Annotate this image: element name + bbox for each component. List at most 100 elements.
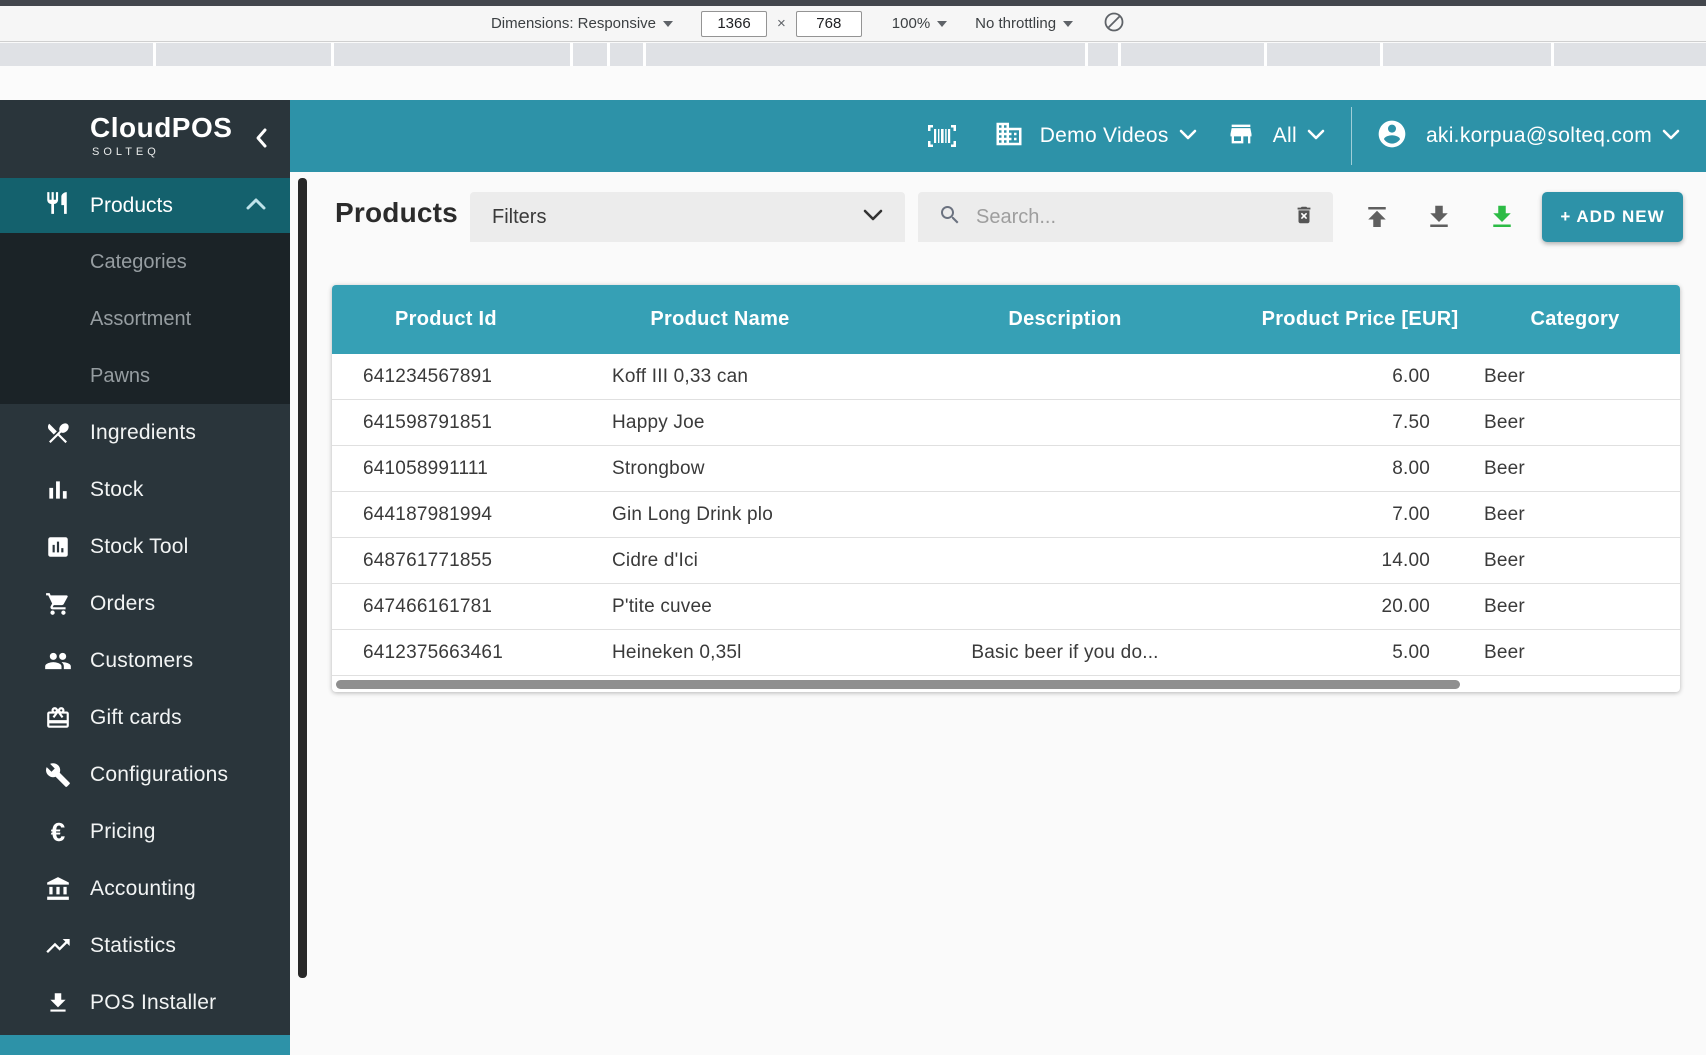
column-header-product-id: Product Id bbox=[395, 308, 497, 330]
table-horizontal-scrollbar[interactable] bbox=[336, 680, 1460, 689]
table-row[interactable]: 648761771855 Cidre d'Ici 14.00 Beer bbox=[332, 538, 1680, 584]
cell-product-id: 6412375663461 bbox=[363, 641, 503, 663]
sidebar-item-ingredients[interactable]: Ingredients bbox=[0, 404, 290, 461]
sidebar-item-orders[interactable]: Orders bbox=[0, 575, 290, 632]
cell-category: Beer bbox=[1484, 549, 1525, 571]
company-selector[interactable]: Demo Videos bbox=[994, 119, 1197, 154]
devtools-zoom-dropdown[interactable]: 100% bbox=[891, 15, 948, 32]
cell-category: Beer bbox=[1484, 503, 1525, 525]
sidebar-collapse-button[interactable] bbox=[250, 124, 272, 152]
store-icon bbox=[1227, 120, 1255, 153]
add-new-button[interactable]: + ADD NEW bbox=[1542, 192, 1683, 242]
viewport-height-input[interactable] bbox=[795, 10, 862, 37]
sidebar-item-stock[interactable]: Stock bbox=[0, 461, 290, 518]
ruler-separator bbox=[1264, 43, 1267, 66]
products-table-card: Product Id Product Name Description Prod… bbox=[332, 285, 1680, 692]
cell-category: Beer bbox=[1484, 595, 1525, 617]
devtools-dimensions-dropdown[interactable]: Dimensions: Responsive bbox=[490, 15, 674, 32]
dropdown-caret-icon bbox=[1063, 20, 1074, 27]
cell-product-id: 641058991111 bbox=[363, 457, 488, 479]
sidebar-item-customers[interactable]: Customers bbox=[0, 632, 290, 689]
column-header-product-price: Product Price [EUR] bbox=[1261, 308, 1459, 330]
cell-category: Beer bbox=[1484, 411, 1525, 433]
cell-product-price: 7.00 bbox=[1392, 503, 1430, 525]
euro-icon: € bbox=[50, 816, 66, 847]
export-download-button[interactable] bbox=[1420, 198, 1458, 236]
import-upload-button[interactable] bbox=[1358, 198, 1396, 236]
sidebar-item-accounting[interactable]: Accounting bbox=[0, 860, 290, 917]
ruler-separator bbox=[153, 43, 156, 66]
store-selector[interactable]: All bbox=[1227, 120, 1325, 153]
barcode-scanner-icon[interactable] bbox=[926, 121, 958, 151]
sidebar-item-label: POS Installer bbox=[90, 990, 217, 1014]
cell-product-price: 14.00 bbox=[1381, 549, 1430, 571]
cell-category: Beer bbox=[1484, 641, 1525, 663]
filters-dropdown[interactable]: Filters bbox=[470, 192, 905, 242]
sidebar-item-label: Stock bbox=[90, 477, 144, 501]
sidebar: CloudPOS SOLTEQ Products Categories Asso… bbox=[0, 100, 290, 1055]
products-submenu: Categories Assortment Pawns bbox=[0, 233, 290, 404]
cell-product-name: Heineken 0,35l bbox=[612, 641, 742, 663]
table-row[interactable]: 647466161781 P'tite cuvee 20.00 Beer bbox=[332, 584, 1680, 630]
sidebar-item-label: Orders bbox=[90, 591, 156, 615]
sidebar-item-products[interactable]: Products bbox=[0, 178, 290, 233]
ruler-separator bbox=[643, 43, 646, 66]
sidebar-item-label: Ingredients bbox=[90, 420, 197, 444]
chevron-down-icon bbox=[1179, 127, 1197, 145]
page-vertical-scrollbar[interactable] bbox=[298, 178, 307, 978]
people-icon bbox=[44, 647, 72, 675]
download-template-button[interactable] bbox=[1483, 198, 1521, 236]
cell-product-price: 7.50 bbox=[1392, 411, 1430, 433]
dimensions-times-sign: × bbox=[777, 15, 786, 32]
devtools-dimensions-label: Dimensions: Responsive bbox=[490, 15, 657, 32]
store-name: All bbox=[1272, 124, 1297, 147]
dropdown-caret-icon bbox=[663, 20, 674, 27]
search-box bbox=[918, 192, 1333, 242]
sidebar-item-pricing[interactable]: € Pricing bbox=[0, 803, 290, 860]
devtools-device-toolbar: Dimensions: Responsive × 100% No throttl… bbox=[0, 6, 1706, 42]
devtools-ruler-strip bbox=[0, 43, 1706, 66]
ruler-separator bbox=[1380, 43, 1383, 66]
sidebar-item-pos-installer[interactable]: POS Installer bbox=[0, 974, 290, 1031]
ruler-separator bbox=[570, 43, 573, 66]
gift-card-icon bbox=[44, 705, 72, 731]
devtools-zoom-value: 100% bbox=[891, 15, 931, 32]
chart-box-icon bbox=[44, 534, 72, 560]
search-input[interactable] bbox=[976, 205, 1293, 229]
dropdown-caret-icon bbox=[937, 20, 948, 27]
rotate-viewport-icon[interactable] bbox=[1103, 11, 1125, 37]
sidebar-subitem-assortment[interactable]: Assortment bbox=[0, 291, 290, 348]
account-circle-icon bbox=[1376, 118, 1408, 155]
page-title: Products bbox=[335, 197, 458, 228]
chevron-down-icon bbox=[863, 208, 883, 226]
subitem-label: Assortment bbox=[90, 308, 192, 330]
table-row[interactable]: 6412375663461 Heineken 0,35l Basic beer … bbox=[332, 630, 1680, 676]
table-row[interactable]: 644187981994 Gin Long Drink plo 7.00 Bee… bbox=[332, 492, 1680, 538]
clear-search-icon[interactable] bbox=[1293, 203, 1315, 232]
logo-block: CloudPOS SOLTEQ bbox=[0, 100, 290, 178]
app-logo: CloudPOS bbox=[90, 112, 233, 143]
ruler-separator bbox=[1551, 43, 1554, 66]
building-icon bbox=[994, 119, 1024, 154]
user-account-menu[interactable]: aki.korpua@solteq.com bbox=[1376, 118, 1680, 155]
cell-product-id: 644187981994 bbox=[363, 503, 493, 525]
sidebar-item-configurations[interactable]: Configurations bbox=[0, 746, 290, 803]
sidebar-subitem-categories[interactable]: Categories bbox=[0, 234, 290, 291]
sidebar-item-statistics[interactable]: Statistics bbox=[0, 917, 290, 974]
ruler-separator bbox=[1085, 43, 1088, 66]
table-row[interactable]: 641598791851 Happy Joe 7.50 Beer bbox=[332, 400, 1680, 446]
sidebar-item-gift-cards[interactable]: Gift cards bbox=[0, 689, 290, 746]
sidebar-subitem-pawns[interactable]: Pawns bbox=[0, 348, 290, 405]
cell-product-name: Happy Joe bbox=[612, 411, 705, 433]
table-row[interactable]: 641058991111 Strongbow 8.00 Beer bbox=[332, 446, 1680, 492]
main-content: Products Filters + ADD NEW Product Id Pr… bbox=[290, 172, 1706, 1055]
cell-product-id: 641598791851 bbox=[363, 411, 493, 433]
viewport-width-input[interactable] bbox=[701, 10, 768, 37]
cell-category: Beer bbox=[1484, 365, 1525, 387]
devtools-throttling-dropdown[interactable]: No throttling bbox=[975, 15, 1074, 32]
table-row[interactable]: 641234567891 Koff III 0,33 can 6.00 Beer bbox=[332, 354, 1680, 400]
app-header: Demo Videos All aki.korpua@solteq.com bbox=[290, 100, 1706, 172]
bar-chart-icon bbox=[44, 477, 72, 503]
sidebar-item-stock-tool[interactable]: Stock Tool bbox=[0, 518, 290, 575]
cell-product-id: 641234567891 bbox=[363, 365, 493, 387]
